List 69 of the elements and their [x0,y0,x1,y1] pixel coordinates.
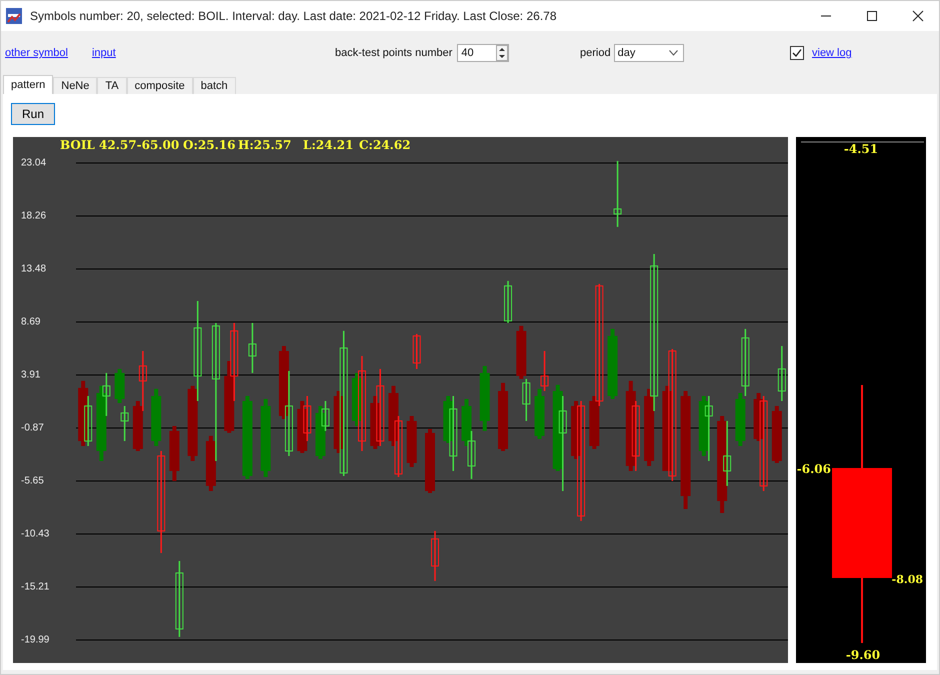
candle [84,396,92,446]
axis-label: 18.26 [21,210,46,222]
candle [248,322,256,373]
candle [632,401,640,471]
price-label: -9.60 [846,648,880,662]
candle [614,160,622,227]
price-header: BOIL 42.57-65.00 [60,138,180,152]
window-title: Symbols number: 20, selected: BOIL. Interval: day. Last date: 2021-02-12 Friday. Last Close: 26.78 [30,9,558,23]
chevron-down-icon [668,50,678,56]
candle [169,426,180,481]
spin-arrows-icon [496,45,508,61]
candle [741,328,750,396]
view-log-link[interactable]: view log [812,47,852,59]
axis-label: 23.04 [21,157,46,168]
link[interactable]: input [92,47,116,59]
period-label: period [580,47,611,59]
candle [431,530,439,581]
tab[interactable]: NeNe [53,77,98,94]
candle [704,396,713,461]
candle [406,416,417,467]
run-button[interactable]: Run [11,103,55,125]
tab[interactable]: batch [192,77,236,94]
candle [522,378,530,421]
candle [78,380,88,446]
link[interactable]: other symbol [5,47,68,59]
price-header: H:25.57 [238,138,292,152]
candle [534,388,545,440]
candle [735,393,746,446]
price-header: O:25.16 [183,138,236,152]
price-label: -8.08 [892,573,923,586]
maximize-icon[interactable] [866,10,878,22]
close-icon[interactable] [912,10,924,22]
axis-label: -0.87 [21,422,44,434]
price-label: -4.51 [844,142,878,156]
tab[interactable]: TA [97,77,127,94]
candle [297,401,308,453]
candle [468,430,476,479]
tab[interactable]: composite [126,77,193,94]
backtest-spinner[interactable]: 40 [457,44,510,62]
candle [303,396,312,442]
price-label: -6.06 [796,462,831,476]
candle [498,382,508,451]
candle [151,388,162,446]
axis-label: 13.48 [21,263,46,274]
candle [778,346,786,401]
candle [412,334,421,369]
price-header: L:24.21 [303,138,354,152]
axis-label: 8.69 [21,316,40,328]
period-dropdown[interactable]: day [614,44,684,62]
candle [114,368,125,403]
axis-label: -10.43 [21,528,50,540]
candle [425,428,435,494]
candle [480,366,490,431]
axis-label: -19.99 [21,634,50,646]
axis-label: -15.21 [21,582,50,593]
axis-label: -5.65 [21,476,44,487]
candle [394,416,402,477]
candle [540,351,549,392]
candle [120,406,129,442]
price-header: C:24.62 [359,138,411,152]
candle [462,399,472,446]
candle [608,328,618,399]
candle [138,351,147,411]
tab[interactable]: pattern [3,75,54,94]
axis-label: 3.91 [21,370,40,381]
app-icon [6,8,22,24]
candle [504,280,512,323]
backtest-label: back-test points number [335,47,452,59]
checkbox[interactable] [790,46,804,60]
